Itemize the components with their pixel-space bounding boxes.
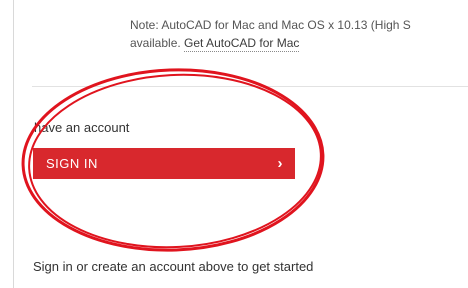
note-line-2-prefix: available. — [130, 36, 185, 50]
have-account-label: have an account — [34, 120, 130, 135]
sign-in-label: SIGN IN — [46, 156, 98, 171]
sign-in-button[interactable]: SIGN IN › — [33, 148, 295, 179]
note-line-1: Note: AutoCAD for Mac and Mac OS x 10.13… — [130, 18, 411, 32]
get-started-instruction: Sign in or create an account above to ge… — [33, 259, 314, 274]
get-autocad-for-mac-link[interactable]: Get AutoCAD for Mac — [184, 36, 300, 52]
note-line-2: available. Get AutoCAD for Mac — [130, 34, 468, 52]
section-divider — [32, 86, 468, 87]
chevron-right-icon: › — [277, 155, 283, 172]
mac-compatibility-note: Note: AutoCAD for Mac and Mac OS x 10.13… — [130, 16, 468, 52]
left-border-rule — [13, 0, 14, 288]
